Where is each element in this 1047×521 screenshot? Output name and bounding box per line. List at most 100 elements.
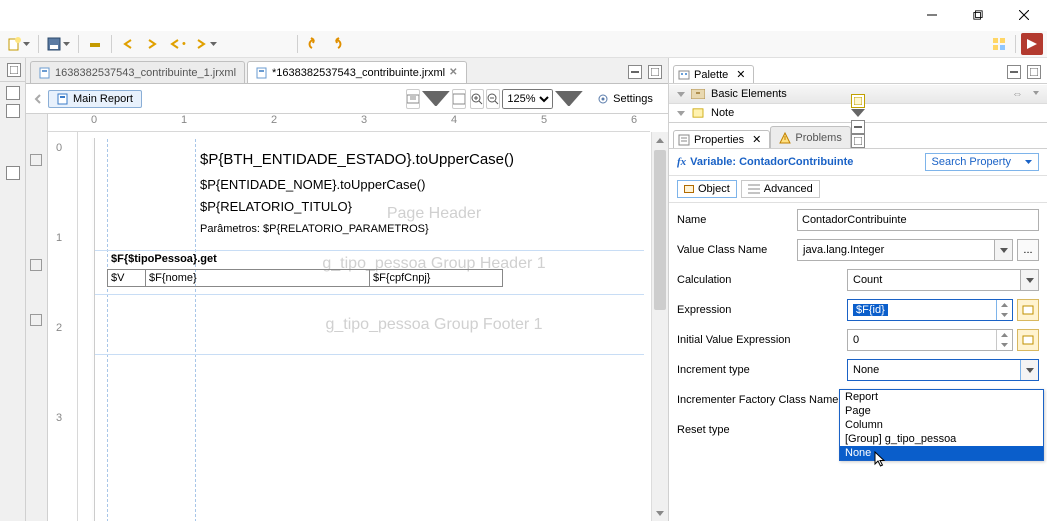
tab-close-icon[interactable]: ✕ bbox=[752, 133, 761, 146]
prop-calc-value: Count bbox=[848, 274, 1020, 286]
zoom-select[interactable]: 125% bbox=[502, 89, 553, 109]
band-collapse-3[interactable] bbox=[30, 314, 42, 326]
toolbar-new-button[interactable] bbox=[4, 33, 33, 55]
editor-tab-1[interactable]: 1638382537543_contribuinte_1.jrxml bbox=[30, 61, 245, 83]
left-panel-restore-3[interactable] bbox=[6, 166, 20, 180]
gear-icon bbox=[597, 93, 609, 105]
expr-relatorio-titulo[interactable]: $P{RELATORIO_TITULO} bbox=[200, 199, 352, 214]
section-pin-icon[interactable]: ⇔ bbox=[1012, 88, 1023, 100]
left-panel-restore-2[interactable] bbox=[6, 104, 20, 118]
window-minimize-button[interactable] bbox=[909, 0, 955, 30]
toolbar-save-button[interactable] bbox=[44, 33, 73, 55]
zoom-out-button[interactable] bbox=[486, 89, 500, 109]
expr-entidade-estado[interactable]: $P{BTH_ENTIDADE_ESTADO}.toUpperCase() bbox=[200, 151, 514, 168]
prop-reset-label: Reset type bbox=[677, 424, 847, 436]
chevron-down-icon[interactable] bbox=[851, 109, 865, 117]
editor-maximize-button[interactable] bbox=[648, 65, 662, 79]
tab-close-icon[interactable]: ✕ bbox=[736, 68, 745, 81]
palette-icon bbox=[678, 69, 690, 81]
settings-button[interactable]: Settings bbox=[591, 91, 659, 107]
tipo-pessoa-header[interactable]: $F{$tipoPessoa}.get bbox=[111, 253, 217, 265]
palette-tab[interactable]: Palette ✕ bbox=[673, 65, 754, 83]
chevron-down-icon[interactable] bbox=[555, 91, 583, 107]
editor-tool-1[interactable] bbox=[406, 89, 420, 109]
editor-tab-1-label: 1638382537543_contribuinte_1.jrxml bbox=[55, 67, 236, 79]
zoom-in-button[interactable] bbox=[470, 89, 484, 109]
inc-option-none[interactable]: None bbox=[840, 446, 1043, 460]
properties-tab[interactable]: Properties ✕ bbox=[673, 130, 770, 148]
toolbar-undo-button[interactable] bbox=[303, 33, 325, 55]
toolbar-history-button[interactable] bbox=[191, 33, 220, 55]
props-maximize-button[interactable] bbox=[851, 134, 865, 148]
band-group-footer[interactable]: g_tipo_pessoa Group Footer 1 bbox=[95, 295, 644, 355]
vertical-scrollbar[interactable] bbox=[651, 132, 668, 521]
increment-type-dropdown[interactable]: Report Page Column [Group] g_tipo_pessoa… bbox=[839, 389, 1044, 461]
section-menu-icon[interactable] bbox=[1033, 91, 1039, 97]
expr-entidade-nome[interactable]: $P{ENTIDADE_NOME}.toUpperCase() bbox=[200, 177, 425, 192]
scroll-down-icon[interactable] bbox=[652, 505, 668, 521]
note-icon bbox=[691, 108, 705, 118]
spin-up-icon[interactable] bbox=[997, 330, 1012, 340]
mode-object-button[interactable]: Object bbox=[677, 180, 737, 198]
toolbar-forward-button[interactable] bbox=[141, 33, 163, 55]
inc-option-column[interactable]: Column bbox=[840, 418, 1043, 432]
table-row[interactable]: $V $F{nome} $F{cpfCnpj} bbox=[107, 269, 503, 287]
toolbar-perspective-button[interactable] bbox=[988, 33, 1010, 55]
inc-option-page[interactable]: Page bbox=[840, 404, 1043, 418]
props-minimize-button[interactable] bbox=[851, 120, 865, 134]
window-close-button[interactable] bbox=[1001, 0, 1047, 30]
prop-calc-combo[interactable]: Count bbox=[847, 269, 1039, 291]
toolbar-redo-button[interactable] bbox=[327, 33, 349, 55]
scroll-up-icon[interactable] bbox=[652, 132, 668, 148]
spin-up-icon[interactable] bbox=[997, 300, 1012, 310]
editor-tab-2[interactable]: *1638382537543_contribuinte.jrxml ✕ bbox=[247, 61, 466, 83]
prop-vcn-combo[interactable]: java.lang.Integer bbox=[797, 239, 1013, 261]
toolbar-back-button[interactable] bbox=[117, 33, 139, 55]
fx-icon: fx bbox=[677, 156, 686, 168]
toolbar-home-button[interactable]: • bbox=[165, 33, 189, 55]
chevron-left-icon[interactable] bbox=[32, 93, 44, 105]
search-property-button[interactable]: Search Property bbox=[925, 153, 1039, 171]
band-page-header[interactable]: Page Header $P{BTH_ENTIDADE_ESTADO}.toUp… bbox=[95, 138, 644, 251]
expression-edit-icon bbox=[1022, 305, 1034, 315]
problems-tab[interactable]: Problems bbox=[770, 126, 850, 148]
toolbar-jasper-button[interactable] bbox=[1021, 33, 1043, 55]
palette-minimize-button[interactable] bbox=[1007, 65, 1021, 79]
band-collapse-2[interactable] bbox=[30, 259, 42, 271]
prop-vcn-browse[interactable]: ... bbox=[1017, 239, 1039, 261]
chevron-down-icon bbox=[677, 111, 685, 116]
props-tool-1[interactable] bbox=[851, 94, 865, 108]
prop-vcn-label: Value Class Name bbox=[677, 244, 797, 256]
band-group-header[interactable]: g_tipo_pessoa Group Header 1 $F{$tipoPes… bbox=[95, 251, 644, 295]
expression-edit-icon bbox=[1022, 335, 1034, 345]
prop-expr-input[interactable]: $F{id} bbox=[847, 299, 1013, 321]
chevron-down-icon[interactable] bbox=[422, 91, 450, 107]
left-panel-minimize-button[interactable] bbox=[7, 63, 21, 77]
inc-option-report[interactable]: Report bbox=[840, 390, 1043, 404]
main-report-tab[interactable]: Main Report bbox=[48, 90, 142, 108]
expr-relatorio-parametros[interactable]: $P{RELATORIO_PARAMETROS} bbox=[263, 223, 429, 235]
inc-option-group[interactable]: [Group] g_tipo_pessoa bbox=[840, 432, 1043, 446]
editor-minimize-button[interactable] bbox=[628, 65, 642, 79]
col-nome[interactable]: $F{nome} bbox=[146, 270, 370, 286]
left-panel-restore-1[interactable] bbox=[6, 86, 20, 100]
tab-close-icon[interactable]: ✕ bbox=[449, 67, 457, 78]
prop-ive-edit[interactable] bbox=[1017, 329, 1039, 351]
band-collapse-1[interactable] bbox=[30, 154, 42, 166]
toolbar-build-button[interactable] bbox=[84, 33, 106, 55]
mode-advanced-button[interactable]: Advanced bbox=[741, 180, 820, 198]
prop-name-input[interactable] bbox=[797, 209, 1039, 231]
col-v[interactable]: $V bbox=[108, 270, 146, 286]
palette-maximize-button[interactable] bbox=[1027, 65, 1041, 79]
scrollbar-thumb[interactable] bbox=[654, 150, 666, 310]
spin-down-icon[interactable] bbox=[997, 310, 1012, 320]
window-maximize-button[interactable] bbox=[955, 0, 1001, 30]
prop-ive-input[interactable]: 0 bbox=[847, 329, 1013, 351]
editor-tool-2[interactable] bbox=[452, 89, 466, 109]
palette-section-note-label: Note bbox=[711, 107, 734, 119]
prop-inc-combo[interactable]: None bbox=[847, 359, 1039, 381]
prop-expr-edit[interactable] bbox=[1017, 299, 1039, 321]
col-cpfcnpj[interactable]: $F{cpfCnpj} bbox=[370, 270, 502, 286]
prop-ifc-label: Incrementer Factory Class Name bbox=[677, 394, 847, 406]
spin-down-icon[interactable] bbox=[997, 340, 1012, 350]
